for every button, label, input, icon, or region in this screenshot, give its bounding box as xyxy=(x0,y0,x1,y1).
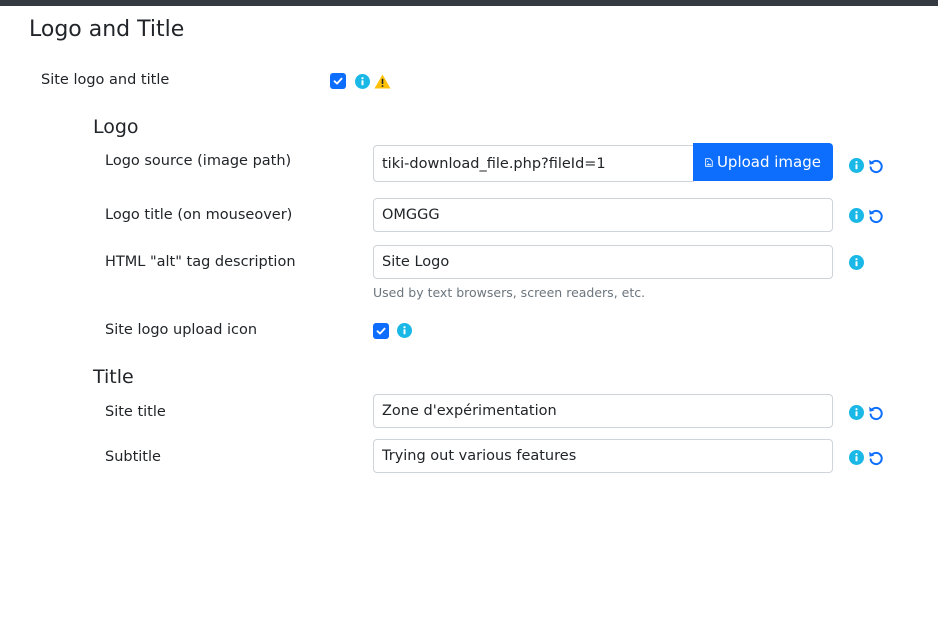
check-icon xyxy=(333,77,343,85)
upload-image-label: Upload image xyxy=(716,153,821,171)
subtitle-label: Subtitle xyxy=(105,449,161,465)
image-file-icon xyxy=(705,157,713,167)
alt-tag-label: HTML "alt" tag description xyxy=(105,254,296,270)
info-icon[interactable] xyxy=(849,450,864,465)
info-icon[interactable] xyxy=(849,255,864,270)
warning-icon[interactable] xyxy=(374,74,391,89)
info-icon[interactable] xyxy=(849,208,864,223)
check-icon xyxy=(376,327,386,335)
reset-icon[interactable] xyxy=(868,208,884,224)
reset-icon[interactable] xyxy=(868,158,884,174)
upload-icon-label: Site logo upload icon xyxy=(105,322,258,338)
reset-icon[interactable] xyxy=(868,405,884,421)
site-logo-title-label: Site logo and title xyxy=(41,72,170,88)
alt-tag-input[interactable]: Site Logo xyxy=(373,245,833,279)
reset-icon[interactable] xyxy=(868,450,884,466)
site-title-label: Site title xyxy=(105,404,166,420)
logo-title-input[interactable]: OMGGG xyxy=(373,198,833,232)
logo-source-label: Logo source (image path) xyxy=(105,153,292,169)
info-icon[interactable] xyxy=(849,158,864,173)
section-title: Logo and Title xyxy=(29,17,185,42)
title-heading: Title xyxy=(93,366,134,388)
logo-title-label: Logo title (on mouseover) xyxy=(105,207,293,223)
alt-tag-help-text: Used by text browsers, screen readers, e… xyxy=(373,285,646,300)
upload-icon-checkbox[interactable] xyxy=(373,323,389,339)
upload-image-button[interactable]: Upload image xyxy=(693,143,833,181)
logo-source-input[interactable]: tiki-download_file.php?fileId=1 xyxy=(373,145,694,182)
info-icon[interactable] xyxy=(849,405,864,420)
top-bar xyxy=(0,0,938,6)
info-icon[interactable] xyxy=(397,323,412,338)
site-logo-title-checkbox[interactable] xyxy=(330,73,346,89)
info-icon[interactable] xyxy=(355,74,370,89)
logo-heading: Logo xyxy=(93,116,139,138)
subtitle-input[interactable]: Trying out various features xyxy=(373,439,833,473)
site-title-input[interactable]: Zone d'expérimentation xyxy=(373,394,833,428)
